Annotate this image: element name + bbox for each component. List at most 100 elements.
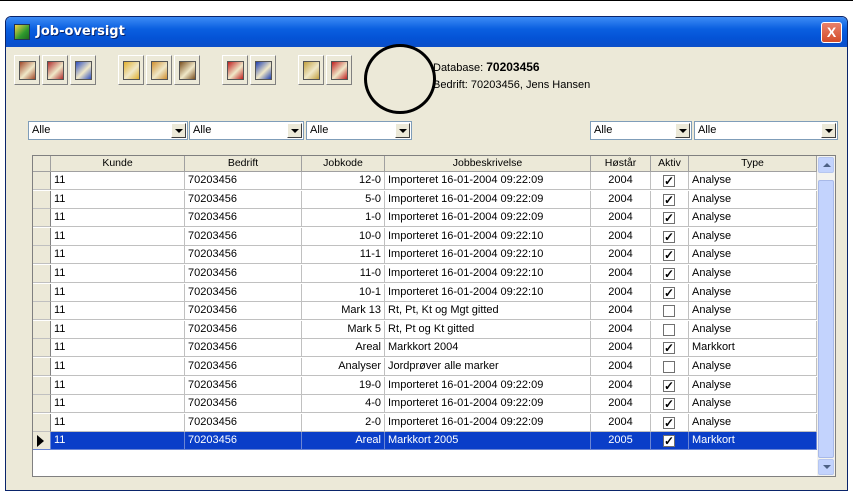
table-row[interactable]: 11 70203456 10-1 Importeret 16-01-2004 09:2… bbox=[33, 283, 817, 302]
filter-type[interactable]: Alle bbox=[694, 121, 838, 140]
table-row[interactable]: 11 70203456 19-0 Importeret 16-01-2004 09:2… bbox=[33, 376, 817, 395]
aktiv-checkbox[interactable] bbox=[663, 173, 675, 189]
cell-jobkode: 5-0 bbox=[302, 190, 385, 209]
cell-kunde: 11 bbox=[51, 413, 185, 432]
vertical-scrollbar[interactable] bbox=[817, 156, 835, 476]
cell-jobkode: 11-0 bbox=[302, 265, 385, 283]
scroll-thumb[interactable] bbox=[818, 180, 834, 458]
check-blue-button[interactable] bbox=[70, 55, 96, 85]
table-row[interactable]: 11 70203456 4-0 Importeret 16-01-2004 09:22… bbox=[33, 395, 817, 414]
header-aktiv[interactable]: Aktiv bbox=[651, 156, 689, 172]
cell-hoestaar: 2004 bbox=[591, 172, 651, 190]
cell-kunde: 11 bbox=[51, 283, 185, 302]
folder-in-button[interactable] bbox=[298, 55, 324, 85]
aktiv-checkbox[interactable] bbox=[663, 361, 675, 373]
cell-bedrift: 70203456 bbox=[185, 432, 302, 451]
chevron-down-icon[interactable] bbox=[287, 123, 302, 138]
filter-hoestaar[interactable]: Alle bbox=[590, 121, 692, 140]
table-row[interactable]: 11 70203456 Mark 5 Rt, Pt og Kt gitted 2004 A… bbox=[33, 320, 817, 339]
folder-out-button[interactable] bbox=[326, 55, 352, 85]
cell-bedrift: 70203456 bbox=[185, 265, 302, 283]
chart-up-button[interactable] bbox=[118, 55, 144, 85]
filter-kunde[interactable]: Alle bbox=[28, 121, 188, 140]
person-icon bbox=[179, 61, 196, 80]
cell-type: Analyse bbox=[689, 413, 817, 432]
aktiv-checkbox[interactable] bbox=[663, 396, 675, 412]
cell-jobbeskrivelse: Importeret 16-01-2004 09:22:09 bbox=[385, 376, 591, 395]
cell-jobkode: 10-1 bbox=[302, 283, 385, 302]
chart-down-button[interactable] bbox=[146, 55, 172, 85]
company-label: Bedrift: bbox=[433, 79, 468, 91]
cell-kunde: 11 bbox=[51, 246, 185, 265]
import-button[interactable] bbox=[250, 55, 276, 85]
aktiv-checkbox[interactable] bbox=[663, 378, 675, 394]
cell-jobbeskrivelse: Importeret 16-01-2004 09:22:09 bbox=[385, 190, 591, 209]
table-row[interactable]: 11 70203456 12-0 Importeret 16-01-2004 09:2… bbox=[33, 172, 817, 190]
row-indicator bbox=[33, 339, 51, 358]
export-button[interactable] bbox=[222, 55, 248, 85]
cell-kunde: 11 bbox=[51, 265, 185, 283]
cell-hoestaar: 2004 bbox=[591, 395, 651, 414]
person-button[interactable] bbox=[174, 55, 200, 85]
aktiv-checkbox[interactable] bbox=[663, 305, 675, 318]
table-row[interactable]: 11 70203456 2-0 Importeret 16-01-2004 09:22… bbox=[33, 413, 817, 432]
table-row[interactable]: 11 70203456 Analyser Jordprøver alle marker… bbox=[33, 358, 817, 376]
header-jobkode[interactable]: Jobkode bbox=[302, 156, 385, 172]
filter-bedrift[interactable]: Alle bbox=[189, 121, 304, 140]
cell-aktiv bbox=[651, 265, 689, 283]
chevron-down-icon[interactable] bbox=[675, 123, 690, 138]
cell-aktiv bbox=[651, 190, 689, 209]
header-jobbeskrivelse[interactable]: Jobbeskrivelse bbox=[385, 156, 591, 172]
aktiv-checkbox[interactable] bbox=[663, 229, 675, 245]
filter-kunde-value: Alle bbox=[32, 124, 51, 136]
chevron-down-icon[interactable] bbox=[171, 123, 186, 138]
header-kunde[interactable]: Kunde bbox=[51, 156, 185, 172]
database-value: 70203456 bbox=[486, 60, 540, 74]
table-row[interactable]: 1170203456ArealMarkkort 20042004 Markkort bbox=[33, 339, 817, 358]
header-type[interactable]: Type bbox=[689, 156, 817, 172]
header-bedrift[interactable]: Bedrift bbox=[185, 156, 302, 172]
cell-type: Analyse bbox=[689, 283, 817, 302]
job-table: Kunde Bedrift Jobkode Jobbeskrivelse Høstår A… bbox=[32, 155, 836, 477]
aktiv-checkbox[interactable] bbox=[663, 285, 675, 301]
aktiv-checkbox[interactable] bbox=[663, 340, 675, 356]
aktiv-checkbox[interactable] bbox=[663, 247, 675, 263]
cell-jobkode: Mark 5 bbox=[302, 320, 385, 339]
chevron-down-icon[interactable] bbox=[821, 123, 836, 138]
filter-jobkode[interactable]: Alle bbox=[306, 121, 412, 140]
aktiv-checkbox[interactable] bbox=[663, 415, 675, 431]
table-row[interactable]: 11 70203456 11-1 Importeret 16-01-2004 09:2… bbox=[33, 246, 817, 265]
table-row[interactable]: 1170203456ArealMarkkort 20052005 Markkort bbox=[33, 432, 817, 451]
cell-kunde: 11 bbox=[51, 209, 185, 228]
cell-bedrift: 70203456 bbox=[185, 172, 302, 190]
cell-kunde: 11 bbox=[51, 302, 185, 321]
table-row[interactable]: 11 70203456 1-0 Importeret 16-01-2004 09:22… bbox=[33, 209, 817, 228]
cell-hoestaar: 2004 bbox=[591, 209, 651, 228]
cell-kunde: 11 bbox=[51, 376, 185, 395]
cell-hoestaar: 2004 bbox=[591, 376, 651, 395]
exit-button[interactable] bbox=[14, 55, 40, 85]
row-indicator bbox=[33, 172, 51, 190]
scroll-up-button[interactable] bbox=[818, 157, 834, 173]
check-red-icon bbox=[47, 61, 64, 80]
scroll-down-button[interactable] bbox=[818, 459, 834, 475]
chevron-down-icon[interactable] bbox=[395, 123, 410, 138]
row-indicator bbox=[33, 320, 51, 339]
chart-up-icon bbox=[123, 61, 140, 80]
table-row[interactable]: 11 70203456 11-0 Importeret 16-01-2004 09:2… bbox=[33, 265, 817, 283]
header-hoestaar[interactable]: Høstår bbox=[591, 156, 651, 172]
close-button[interactable]: X bbox=[821, 22, 842, 43]
aktiv-checkbox[interactable] bbox=[663, 192, 675, 208]
table-row[interactable]: 11 70203456 5-0 Importeret 16-01-2004 09:22… bbox=[33, 190, 817, 209]
cell-type: Analyse bbox=[689, 190, 817, 209]
table-row[interactable]: 11 70203456 10-0 Importeret 16-01-2004 09:2… bbox=[33, 227, 817, 246]
check-red-button[interactable] bbox=[42, 55, 68, 85]
aktiv-checkbox[interactable] bbox=[663, 433, 675, 449]
cell-hoestaar: 2004 bbox=[591, 358, 651, 376]
header-indicator[interactable] bbox=[33, 156, 51, 172]
table-row[interactable]: 11 70203456 Mark 13 Rt, Pt, Kt og Mgt gitte… bbox=[33, 302, 817, 321]
aktiv-checkbox[interactable] bbox=[663, 210, 675, 226]
aktiv-checkbox[interactable] bbox=[663, 266, 675, 282]
cell-aktiv bbox=[651, 376, 689, 395]
aktiv-checkbox[interactable] bbox=[663, 323, 675, 336]
